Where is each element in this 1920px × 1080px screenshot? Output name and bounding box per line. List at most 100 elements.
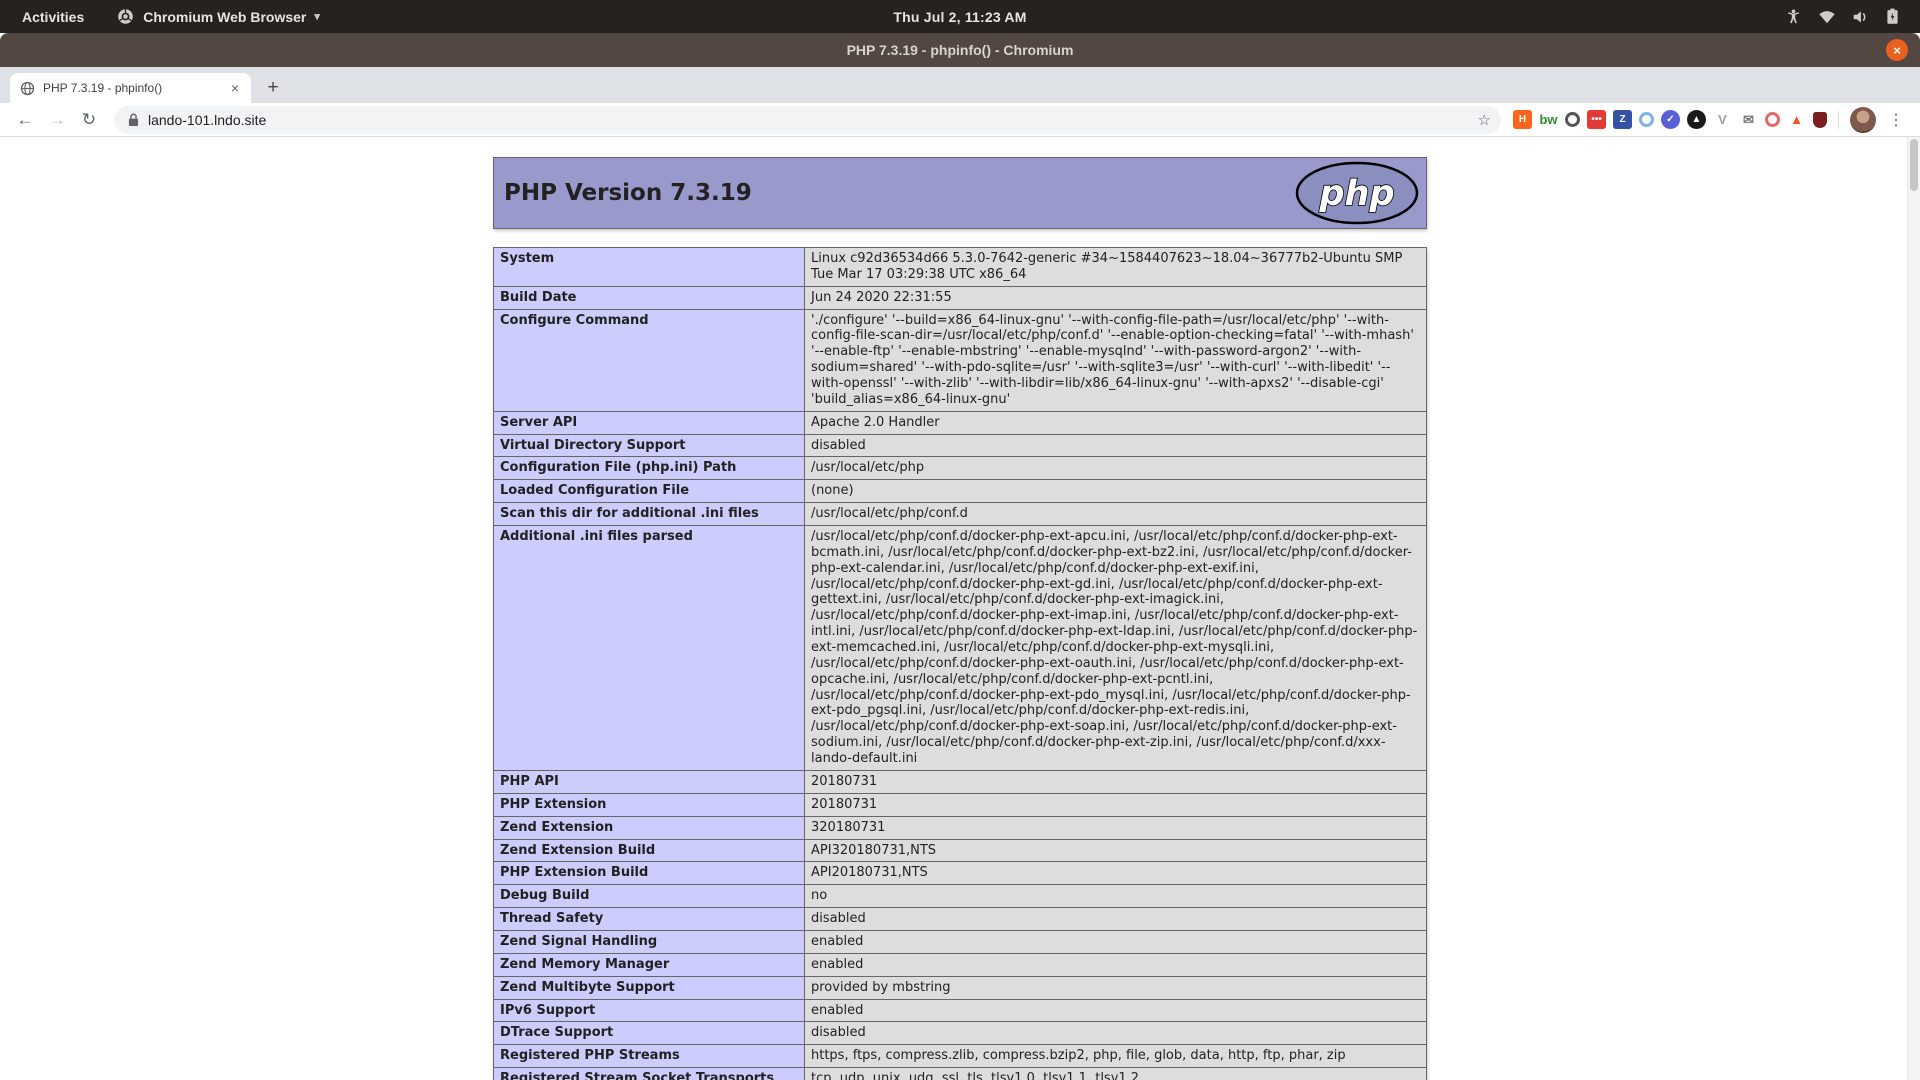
url-text[interactable]: lando-101.lndo.site: [148, 112, 1469, 128]
info-label: Scan this dir for additional .ini files: [494, 503, 805, 526]
tab-title: PHP 7.3.19 - phpinfo(): [43, 81, 219, 95]
caret-down-icon: ▾: [314, 10, 320, 23]
info-label: PHP Extension Build: [494, 862, 805, 885]
table-row: Additional .ini files parsed/usr/local/e…: [494, 526, 1427, 771]
activities-button[interactable]: Activities: [16, 7, 90, 27]
chromium-icon: [116, 7, 135, 26]
table-row: Zend Signal Handlingenabled: [494, 931, 1427, 954]
phpinfo-header: PHP Version 7.3.19 php: [493, 157, 1427, 229]
volume-icon[interactable]: [1850, 7, 1869, 26]
info-label: Zend Extension: [494, 817, 805, 840]
globe-favicon-icon: [20, 81, 35, 96]
info-label: Server API: [494, 412, 805, 435]
bookmark-star-icon[interactable]: ☆: [1478, 111, 1491, 129]
lighthouse-extension-icon[interactable]: ▲: [1787, 110, 1806, 129]
profile-avatar[interactable]: [1850, 107, 1876, 133]
table-row: SystemLinux c92d36534d66 5.3.0-7642-gene…: [494, 248, 1427, 287]
window-close-button[interactable]: ×: [1886, 39, 1908, 61]
phpinfo-table: SystemLinux c92d36534d66 5.3.0-7642-gene…: [493, 247, 1427, 1080]
info-value: tcp, udp, unix, udg, ssl, tls, tlsv1.0, …: [805, 1068, 1427, 1080]
dots-red-extension-icon[interactable]: •••: [1587, 110, 1606, 129]
address-bar[interactable]: lando-101.lndo.site ☆: [114, 106, 1501, 134]
info-label: Zend Memory Manager: [494, 954, 805, 977]
table-row: Loaded Configuration File(none): [494, 480, 1427, 503]
info-value: no: [805, 885, 1427, 908]
tab-close-icon[interactable]: ×: [227, 80, 243, 96]
info-value: API20180731,NTS: [805, 862, 1427, 885]
table-row: Registered Stream Socket Transportstcp, …: [494, 1068, 1427, 1080]
info-value: disabled: [805, 1022, 1427, 1045]
clock[interactable]: Thu Jul 2, 11:23 AM: [893, 9, 1026, 25]
table-row: Zend Multibyte Supportprovided by mbstri…: [494, 977, 1427, 1000]
gnome-top-bar: Activities Chromium Web Browser ▾ Thu Ju…: [0, 0, 1920, 33]
php-logo: php: [1294, 161, 1420, 225]
gear-gray-extension-icon[interactable]: [1565, 112, 1580, 127]
info-label: Additional .ini files parsed: [494, 526, 805, 771]
ring-blue-extension-icon[interactable]: [1639, 112, 1654, 127]
info-value: disabled: [805, 908, 1427, 931]
extensions-cluster: Hbw ••• Z ✓ ▲ V ✉ ▲: [1513, 110, 1827, 129]
info-value: enabled: [805, 1000, 1427, 1023]
table-row: Virtual Directory Supportdisabled: [494, 435, 1427, 458]
v-gray-extension-icon[interactable]: V: [1713, 110, 1732, 129]
table-row: Configure Command'./configure' '--build=…: [494, 310, 1427, 412]
envelope-extension-icon[interactable]: ✉: [1739, 110, 1758, 129]
app-menu-button[interactable]: Chromium Web Browser ▾: [116, 7, 320, 26]
info-value: './configure' '--build=x86_64-linux-gnu'…: [805, 310, 1427, 412]
table-row: Zend Extension BuildAPI320180731,NTS: [494, 840, 1427, 863]
info-label: System: [494, 248, 805, 287]
scrollbar-thumb[interactable]: [1910, 139, 1918, 191]
info-value: Apache 2.0 Handler: [805, 412, 1427, 435]
info-value: https, ftps, compress.zlib, compress.bzi…: [805, 1045, 1427, 1068]
flame-black-extension-icon[interactable]: ▲: [1687, 110, 1706, 129]
check-badge-extension-icon[interactable]: ✓: [1661, 110, 1680, 129]
back-icon[interactable]: ←: [12, 110, 38, 130]
phpinfo-content: PHP Version 7.3.19 php SystemLinux c92d3…: [493, 157, 1427, 1080]
info-label: Registered Stream Socket Transports: [494, 1068, 805, 1080]
window-title: PHP 7.3.19 - phpinfo() - Chromium: [847, 42, 1074, 58]
new-tab-button[interactable]: +: [261, 77, 285, 99]
browser-toolbar: ← → ↻ lando-101.lndo.site ☆ Hbw•••Z✓▲V✉▲…: [0, 103, 1920, 137]
h-orange-extension-icon[interactable]: H: [1513, 110, 1532, 129]
info-value: provided by mbstring: [805, 977, 1427, 1000]
page-viewport: PHP Version 7.3.19 php SystemLinux c92d3…: [0, 137, 1920, 1080]
table-row: PHP Extension BuildAPI20180731,NTS: [494, 862, 1427, 885]
info-label: Loaded Configuration File: [494, 480, 805, 503]
tab-strip: PHP 7.3.19 - phpinfo() × +: [0, 67, 1920, 103]
ring-red-extension-icon[interactable]: [1765, 112, 1780, 127]
info-label: Configuration File (php.ini) Path: [494, 457, 805, 480]
window-title-bar[interactable]: PHP 7.3.19 - phpinfo() - Chromium ×: [0, 33, 1920, 67]
wifi-icon[interactable]: [1817, 7, 1836, 26]
table-row: Registered PHP Streamshttps, ftps, compr…: [494, 1045, 1427, 1068]
z-blue-extension-icon[interactable]: Z: [1613, 110, 1632, 129]
svg-text:php: php: [1318, 174, 1394, 214]
info-label: IPv6 Support: [494, 1000, 805, 1023]
table-row: Scan this dir for additional .ini files/…: [494, 503, 1427, 526]
page-scrollbar[interactable]: [1907, 137, 1920, 1080]
ublock-shield-extension-icon[interactable]: [1813, 112, 1827, 128]
table-row: Debug Buildno: [494, 885, 1427, 908]
reload-icon[interactable]: ↻: [76, 110, 102, 130]
info-label: DTrace Support: [494, 1022, 805, 1045]
browser-menu-icon[interactable]: ⋮: [1886, 110, 1906, 130]
info-label: Zend Extension Build: [494, 840, 805, 863]
info-label: Debug Build: [494, 885, 805, 908]
info-label: Configure Command: [494, 310, 805, 412]
info-value: 20180731: [805, 771, 1427, 794]
table-row: PHP API20180731: [494, 771, 1427, 794]
battery-icon[interactable]: [1883, 7, 1902, 26]
info-value: /usr/local/etc/php/conf.d/docker-php-ext…: [805, 526, 1427, 771]
table-row: DTrace Supportdisabled: [494, 1022, 1427, 1045]
info-value: 20180731: [805, 794, 1427, 817]
table-row: IPv6 Supportenabled: [494, 1000, 1427, 1023]
info-label: Virtual Directory Support: [494, 435, 805, 458]
accessibility-icon[interactable]: [1784, 7, 1803, 26]
lock-icon[interactable]: [128, 113, 139, 127]
info-label: Zend Multibyte Support: [494, 977, 805, 1000]
system-tray[interactable]: [1784, 7, 1920, 26]
browser-tab[interactable]: PHP 7.3.19 - phpinfo() ×: [10, 73, 251, 103]
info-label: Registered PHP Streams: [494, 1045, 805, 1068]
bw-green-extension-icon[interactable]: bw: [1539, 110, 1558, 129]
info-value: Jun 24 2020 22:31:55: [805, 287, 1427, 310]
info-value: enabled: [805, 954, 1427, 977]
